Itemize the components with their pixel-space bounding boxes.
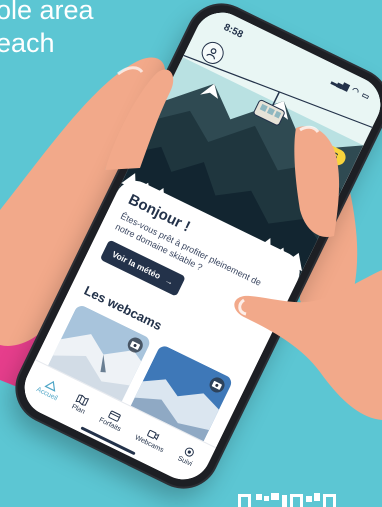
right-index-finger [234,270,382,420]
left-thumb [105,69,174,170]
right-hand-fingers [294,126,340,237]
hands-illustration-front [105,69,382,420]
qr-code [238,493,336,507]
